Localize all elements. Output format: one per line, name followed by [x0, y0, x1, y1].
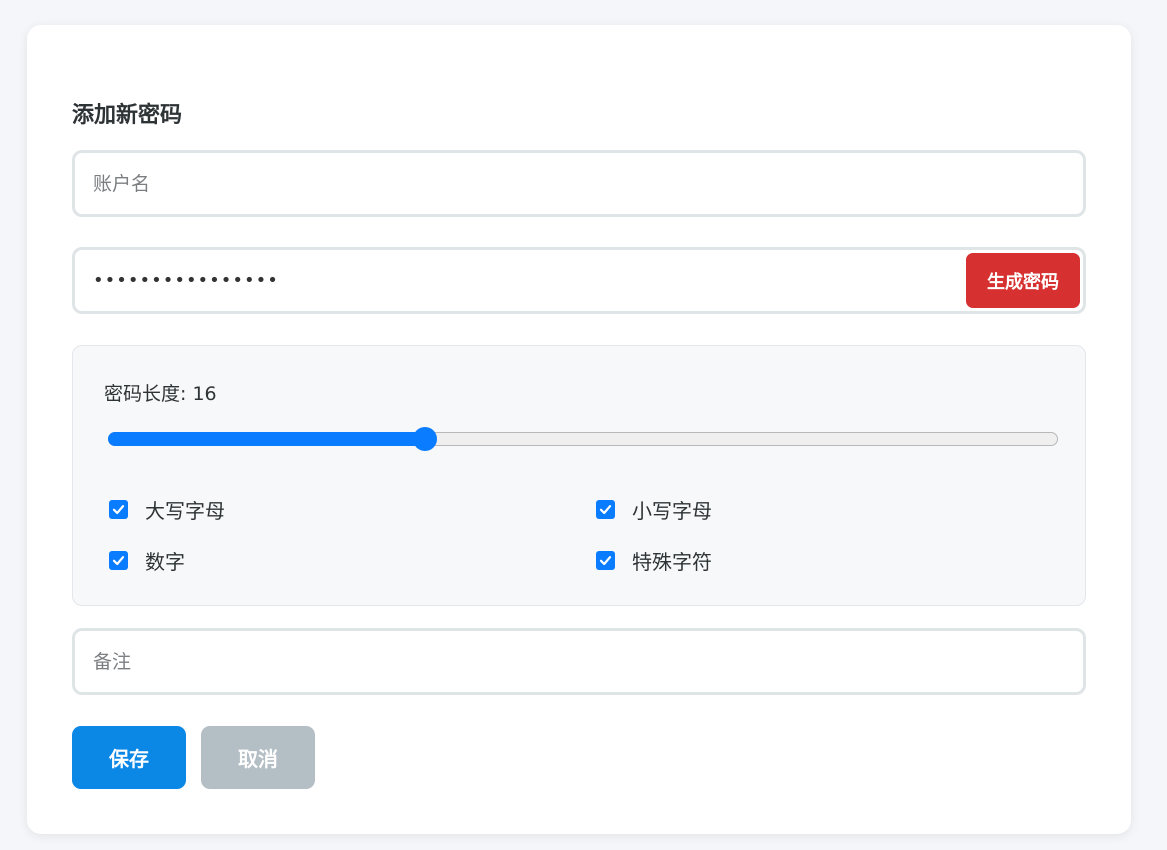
option-label: 数字	[145, 550, 185, 574]
slider-thumb[interactable]	[413, 427, 437, 451]
option-lowercase[interactable]: 小写字母	[596, 495, 712, 524]
option-uppercase[interactable]: 大写字母	[109, 495, 225, 524]
checkmark-icon	[112, 505, 125, 515]
note-input[interactable]	[75, 631, 1083, 692]
checkbox-special[interactable]	[596, 551, 615, 570]
page-title: 添加新密码	[72, 103, 183, 128]
generate-password-button[interactable]: 生成密码	[966, 253, 1080, 308]
option-special[interactable]: 特殊字符	[596, 546, 712, 575]
save-button[interactable]: 保存	[72, 726, 186, 789]
password-length-label: 密码长度: 16	[104, 379, 217, 406]
option-label: 小写字母	[632, 499, 712, 523]
add-password-card: 添加新密码 生成密码 密码长度: 16 大写字母 小写字母	[27, 25, 1131, 834]
password-length-value: 16	[192, 383, 217, 405]
checkbox-lowercase[interactable]	[596, 500, 615, 519]
option-label: 大写字母	[145, 499, 225, 523]
cancel-button[interactable]: 取消	[201, 726, 315, 789]
checkmark-icon	[599, 556, 612, 566]
note-field-wrapper	[72, 628, 1086, 695]
password-input[interactable]	[75, 250, 1083, 311]
checkmark-icon	[599, 505, 612, 515]
account-field-wrapper	[72, 150, 1086, 217]
password-field-wrapper: 生成密码	[72, 247, 1086, 314]
slider-fill	[108, 432, 424, 446]
checkbox-digits[interactable]	[109, 551, 128, 570]
checkmark-icon	[112, 556, 125, 566]
password-settings-panel: 密码长度: 16 大写字母 小写字母 数字 特殊字符	[72, 345, 1086, 606]
password-length-label-text: 密码长度:	[104, 383, 193, 405]
account-name-input[interactable]	[75, 153, 1083, 214]
option-digits[interactable]: 数字	[109, 546, 185, 575]
checkbox-uppercase[interactable]	[109, 500, 128, 519]
option-label: 特殊字符	[632, 550, 712, 574]
password-length-slider[interactable]	[108, 427, 1058, 451]
